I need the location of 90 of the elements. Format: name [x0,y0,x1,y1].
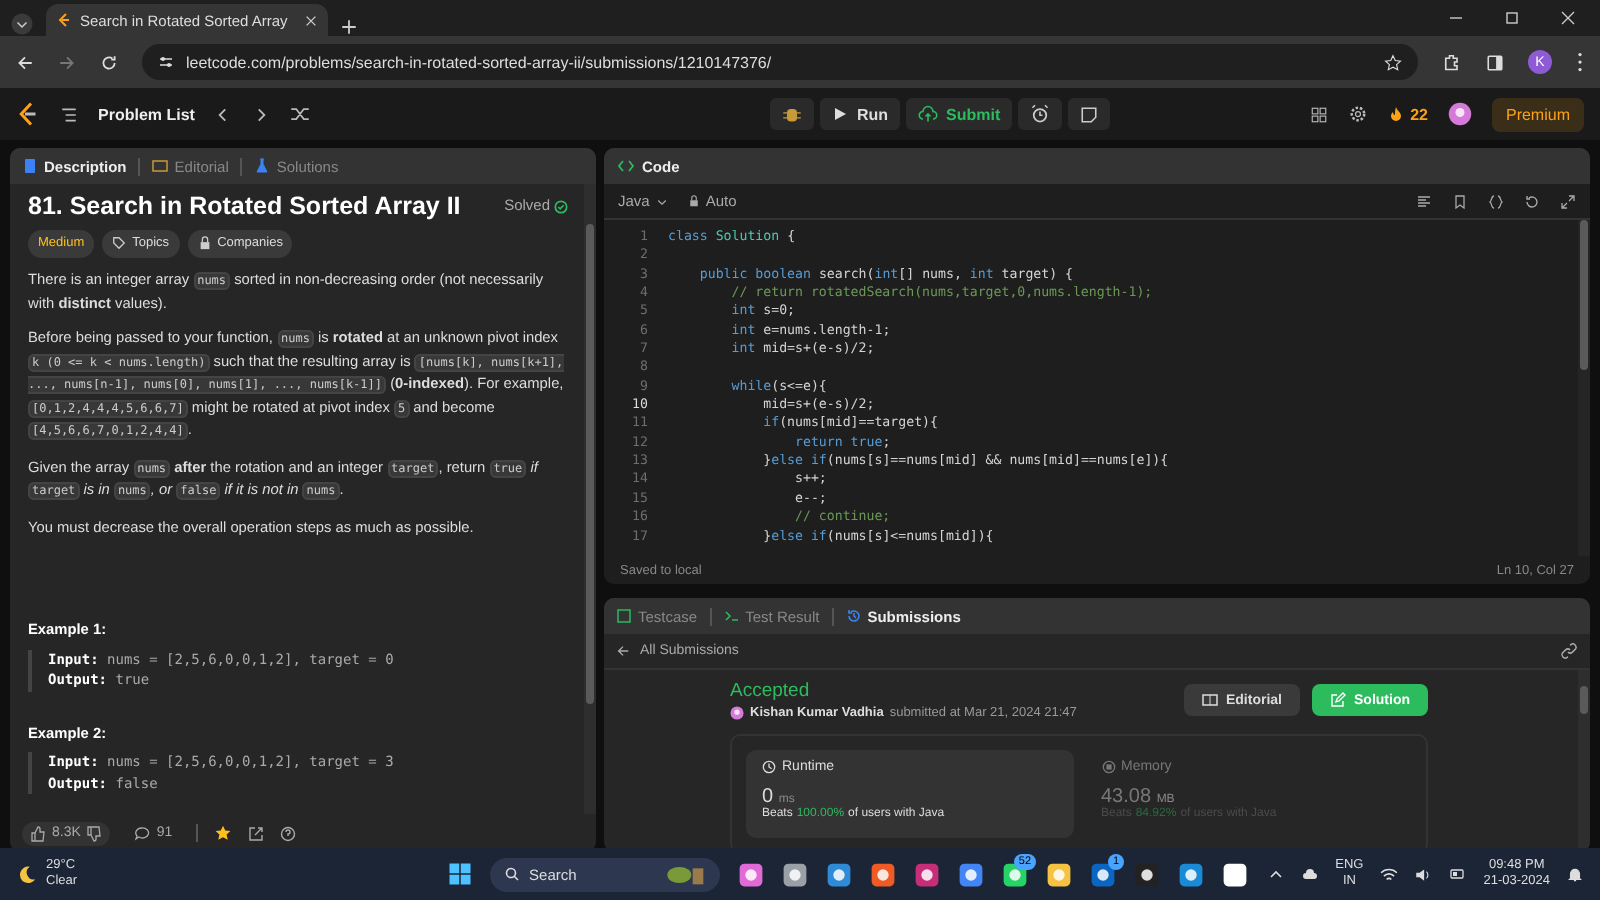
thumbs-up-icon [30,825,46,841]
app-icon [737,861,764,887]
document-icon [22,158,38,174]
submission-status: Accepted [730,680,812,702]
help-icon [280,825,297,841]
leetcode-logo-icon [16,102,40,126]
list-icon [60,105,78,123]
restore-icon [1504,10,1520,26]
app-icon [1177,861,1204,887]
close-icon [303,13,318,27]
layout-grid-icon [1310,105,1329,123]
share-icon [248,825,265,841]
extensions-icon [1442,52,1462,72]
app-icon [1133,861,1160,887]
app-icon [781,861,808,887]
expand-icon [1560,193,1576,209]
forward-arrow-icon [58,53,76,71]
avatar-icon [730,706,744,720]
cloud-upload-icon [918,104,939,124]
app-icon [1221,861,1248,887]
cloud-icon [1299,866,1320,882]
scrollbar[interactable] [1578,670,1590,852]
thumbs-down-icon [86,825,103,841]
app-icon [825,861,852,887]
app-icon [957,861,984,887]
scrollbar[interactable] [584,184,596,814]
flame-icon [1388,104,1405,124]
debug-button[interactable] [770,98,815,130]
run-button[interactable]: Run [820,98,901,130]
timer-button[interactable] [1018,98,1063,130]
leetcode-logo-icon [56,12,72,28]
streak-count: 22 [1410,105,1428,123]
code-icon [616,158,636,174]
app-icon [913,861,940,887]
clock-icon [762,760,776,774]
chevron-down-icon [655,195,668,207]
book-icon [1201,692,1218,708]
scrollbar[interactable] [1578,220,1590,556]
flask-icon [254,158,271,174]
wifi-icon [1379,865,1398,883]
battery-icon [1447,866,1468,882]
note-icon [1080,105,1099,123]
settings-icon [1348,104,1369,124]
app-icon [869,861,896,887]
side-panel-icon [1486,53,1504,71]
app-icon [1045,861,1072,887]
url-text: leetcode.com/problems/search-in-rotated-sorted-array-ii/submissions/1210147376/ [186,53,772,71]
lock-icon [687,194,700,208]
tag-icon [112,236,127,251]
braces-icon [1488,193,1504,209]
address-bar[interactable]: leetcode.com/problems/search-in-rotated-sorted-array-ii/submissions/1210147376/ [142,44,1418,80]
bell-icon [1566,865,1584,883]
terminal-icon [723,608,740,624]
problem-list-link[interactable]: Problem List [98,105,195,123]
problem-title: 81. Search in Rotated Sorted Array II [28,196,461,217]
reload-icon [100,53,118,71]
star-icon [1384,53,1402,71]
new-tab-icon [339,18,358,36]
menu-icon [1576,52,1584,72]
speaker-icon [1413,865,1432,883]
premium-button[interactable]: Premium [1491,97,1584,131]
lock-icon [197,236,212,251]
format-icon [1416,193,1432,209]
history-icon [845,608,862,624]
bug-icon [782,104,803,124]
star-icon [214,824,233,842]
submit-button[interactable]: Submit [906,98,1013,130]
avatar-icon [1447,102,1472,126]
alarm-clock-icon [1030,104,1051,124]
link-icon [1560,642,1578,660]
book-icon [152,158,169,174]
edit-icon [1330,692,1346,708]
close-icon [1560,10,1576,26]
notes-button[interactable] [1068,98,1111,130]
back-arrow-icon [16,53,34,71]
play-icon [832,106,849,122]
search-icon [503,866,520,882]
shuffle-icon [290,104,311,124]
windows-logo-icon [447,862,472,886]
chip-icon [1101,760,1115,774]
checkbox-icon [616,608,632,624]
moon-icon [16,863,38,885]
check-circle-icon [554,199,568,214]
comment-icon [134,825,151,841]
site-settings-icon [158,54,174,70]
bookmark-icon [1452,193,1468,209]
chevron-up-icon [1267,866,1284,882]
app-icon [1089,861,1116,887]
reset-icon [1524,193,1540,209]
back-arrow-icon [616,644,630,658]
